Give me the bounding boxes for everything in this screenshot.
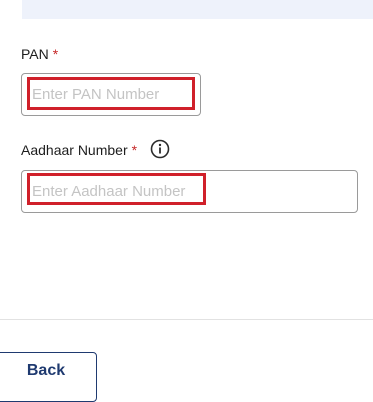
aadhaar-label-text: Aadhaar Number: [21, 142, 128, 158]
aadhaar-input[interactable]: [32, 171, 347, 212]
aadhaar-label: Aadhaar Number *: [21, 142, 137, 158]
pan-label: PAN *: [21, 46, 58, 62]
aadhaar-required-mark: *: [131, 142, 138, 158]
pan-required-mark: *: [52, 46, 59, 62]
pan-label-text: PAN: [21, 46, 49, 62]
aadhaar-field[interactable]: [21, 170, 358, 213]
info-icon[interactable]: [150, 139, 170, 159]
footer-divider: [0, 319, 373, 320]
top-banner: [22, 0, 373, 19]
pan-field[interactable]: [21, 73, 201, 116]
pan-input[interactable]: [32, 74, 190, 115]
